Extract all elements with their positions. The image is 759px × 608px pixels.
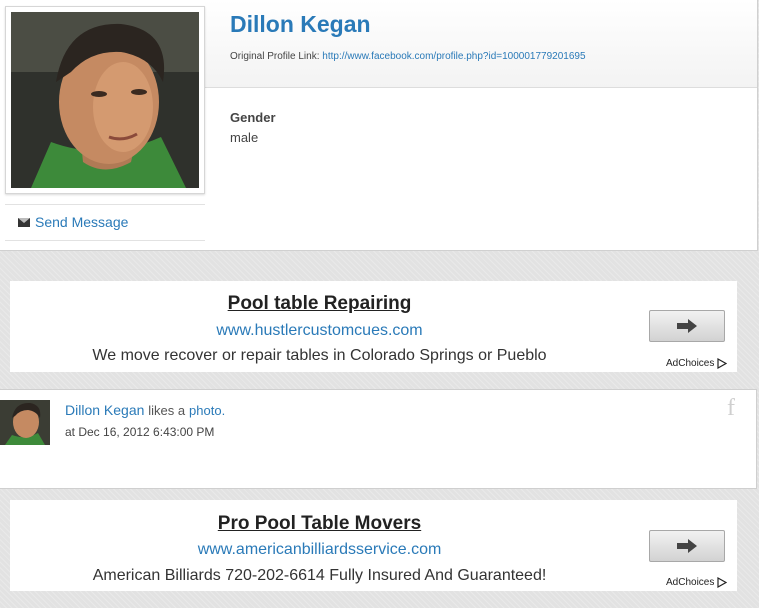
ad-description: We move recover or repair tables in Colo…	[92, 347, 547, 364]
ad-url[interactable]: www.americanbilliardsservice.com	[10, 541, 629, 559]
divider	[5, 240, 205, 241]
adchoices-link[interactable]: AdChoices	[666, 577, 728, 588]
gender-label: Gender	[230, 110, 276, 125]
divider	[5, 204, 205, 205]
adchoices-label: AdChoices	[666, 577, 715, 588]
ad-title[interactable]: Pro Pool Table Movers	[10, 513, 629, 535]
activity-timestamp: at Dec 16, 2012 6:43:00 PM	[65, 425, 215, 439]
ad-go-button[interactable]	[649, 530, 725, 562]
adchoices-label: AdChoices	[666, 358, 715, 369]
activity-actor-link[interactable]: Dillon Kegan	[65, 402, 144, 418]
actor-avatar[interactable]	[0, 400, 50, 445]
profile-card: Send Message Dillon Kegan Original Profi…	[0, 0, 758, 251]
arrow-right-icon	[677, 319, 697, 333]
adchoices-link[interactable]: AdChoices	[666, 358, 728, 369]
adchoices-icon	[717, 577, 728, 588]
profile-photo[interactable]	[11, 12, 199, 188]
activity-object-link[interactable]: photo.	[189, 403, 225, 418]
gender-value: male	[230, 130, 259, 145]
original-profile-link[interactable]: http://www.facebook.com/profile.php?id=1…	[322, 51, 585, 62]
facebook-icon: f	[727, 395, 735, 421]
ad-unit-1[interactable]: Pool table Repairing www.hustlercustomcu…	[10, 281, 737, 372]
activity-card: Dillon Kegan likes a photo. at Dec 16, 2…	[0, 389, 757, 489]
activity-description: Dillon Kegan likes a photo.	[65, 402, 225, 418]
arrow-right-icon	[677, 539, 697, 553]
original-profile-link-label: Original Profile Link:	[230, 51, 320, 62]
ad-description: American Billiards 720-202-6614 Fully In…	[92, 567, 547, 584]
profile-photo-frame	[5, 6, 205, 194]
profile-name[interactable]: Dillon Kegan	[230, 11, 371, 38]
ad-title[interactable]: Pool table Repairing	[10, 293, 629, 315]
ad-unit-2[interactable]: Pro Pool Table Movers www.americanbillia…	[10, 500, 737, 591]
envelope-icon	[18, 217, 30, 227]
send-message-link[interactable]: Send Message	[18, 214, 128, 230]
ad-go-button[interactable]	[649, 310, 725, 342]
send-message-label: Send Message	[35, 214, 129, 230]
original-profile-link-row: Original Profile Link: http://www.facebo…	[230, 51, 586, 62]
activity-verb: likes a	[148, 403, 186, 418]
adchoices-icon	[717, 358, 728, 369]
ad-url[interactable]: www.hustlercustomcues.com	[10, 322, 629, 340]
